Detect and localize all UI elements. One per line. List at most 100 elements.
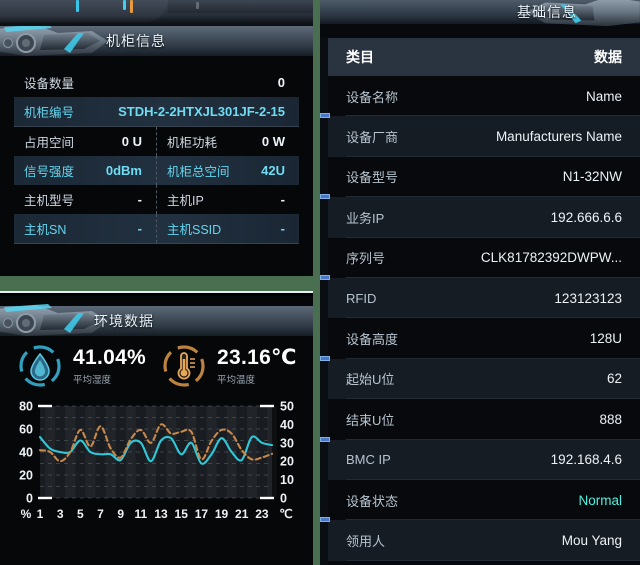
table-row[interactable]: 联系电话12343223442 [328,561,640,565]
row-value: - [137,221,142,236]
row-value: 0 U [121,134,142,149]
humidity-stat[interactable]: 41.04% 平均湿度 [16,342,146,390]
row-key: 主机型号 [24,194,75,208]
row-key: 主机SSID [167,223,222,237]
row-key: 领用人 [346,533,386,549]
row-marker-icon [320,274,330,280]
table-row[interactable]: 设备型号 N1-32NW [328,157,640,198]
row-key: 设备厂商 [346,130,399,146]
svg-text:21: 21 [235,507,249,521]
table-row[interactable]: 设备名称 Name [328,76,640,117]
temperature-label: 平均温度 [217,374,256,386]
column-header-category: 类目 [346,49,374,65]
svg-text:20: 20 [280,455,294,469]
row-marker-icon [320,355,330,361]
table-row[interactable]: 设备数量 0 [14,68,299,97]
svg-text:30: 30 [280,436,294,450]
svg-text:15: 15 [175,507,189,521]
row-key: 占用空间 [24,136,75,150]
svg-text:0: 0 [280,492,287,506]
row-key: RFID [346,290,377,306]
cabinet-info-panel: 机柜信息 设备数量 0 机柜编号 STDH-2-2HTXJL301JF-2-15 [0,26,313,276]
svg-text:19: 19 [215,507,229,521]
humidity-ring [16,342,64,390]
table-row[interactable]: 设备状态 Normal [328,480,640,521]
spark-orange-icon [130,0,133,13]
cabinet-info-table: 设备数量 0 机柜编号 STDH-2-2HTXJL301JF-2-15 占用空间 [14,68,299,244]
basic-info-title: 基础信息 [517,4,577,20]
table-row[interactable]: 主机SN - 主机SSID - [14,214,299,243]
table-row[interactable]: 机柜编号 STDH-2-2HTXJL301JF-2-15 [14,97,299,126]
row-key: 主机SN [24,223,67,237]
row-value: 192.168.4.6 [550,452,622,468]
basic-info-titlebar: 基础信息 [320,0,640,27]
divider [14,243,299,244]
basic-info-rows: 设备名称 Name 设备厂商 Manufacturers Name 设备型号 N1-32N… [320,76,640,565]
row-value: 0dBm [105,163,142,178]
table-row[interactable]: 起始U位 62 [320,355,640,400]
row-key: 业务IP [346,210,385,226]
row-marker-icon [320,113,330,119]
humidity-label: 平均湿度 [73,374,112,386]
table-row[interactable]: 领用人 Mou Yang [320,517,640,561]
row-key: 设备型号 [346,170,399,186]
spark-dim-icon [196,2,199,9]
cabinet-info-titlebar: 机柜信息 [0,26,313,56]
temperature-value: 23.16℃ [217,345,297,369]
environment-chart: 80 60 40 20 0 50 40 30 20 10 0 1 3 5 7 9 11 13 15 17 19 21 23%… [0,400,313,530]
row-key: 机柜总空间 [167,165,230,179]
row-value: 128U [589,331,622,347]
environment-titlebar: 环境数据 [0,304,313,336]
row-value: 42U [261,163,285,178]
row-key: BMC IP [346,452,391,468]
svg-text:℃: ℃ [279,507,292,521]
svg-text:3: 3 [57,507,64,521]
svg-text:80: 80 [19,400,33,414]
svg-text:23: 23 [255,507,269,521]
water-drop-icon [30,352,50,381]
svg-text:11: 11 [135,507,148,521]
environment-chart-svg: 806040200504030201001 3 5 7 9 11 13 15 17 19 21 23%… [19,400,294,522]
row-key: 序列号 [346,251,386,267]
svg-text:%: % [21,507,32,521]
row-key: 设备高度 [346,332,399,348]
basic-info-panel: 基础信息 类目 数据 设备名称 Name 设备厂商 Manufacturers Nam… [320,0,640,565]
thermometer-icon [177,352,195,380]
row-value: - [280,221,285,236]
row-key: 结束U位 [346,412,395,428]
svg-text:5: 5 [77,507,84,521]
row-key: 机柜编号 [24,106,75,120]
environment-panel: 环境数据 41.04% 平均湿度 23.16℃ 平均温度 80 60 40 20… [0,296,313,565]
temperature-stat[interactable]: 23.16℃ 平均温度 [160,342,297,390]
row-value: Name [585,88,622,104]
row-value: N1-32NW [562,169,622,185]
table-row[interactable]: BMC IP 192.168.4.6 [320,436,640,480]
green-divider-vertical [313,0,320,565]
row-key: 信号强度 [24,165,75,179]
table-row[interactable]: 设备高度 128U [328,318,640,359]
environment-title: 环境数据 [94,313,154,329]
row-key: 设备数量 [24,77,75,91]
left-column: 机柜信息 设备数量 0 机柜编号 STDH-2-2HTXJL301JF-2-15 [0,0,313,565]
svg-text:0: 0 [26,492,33,506]
svg-text:20: 20 [19,469,33,483]
svg-text:40: 40 [19,446,33,460]
spark-cyan-icon [76,0,79,12]
table-row[interactable]: 业务IP 192.666.6.6 [320,194,640,238]
table-row[interactable]: 占用空间 0 U 机柜功耗 0 W [14,127,299,156]
row-key: 设备状态 [346,493,399,509]
svg-text:60: 60 [19,423,33,437]
table-row[interactable]: 序列号 CLK81782392DWPW... [328,238,640,278]
svg-text:9: 9 [117,507,124,521]
row-key: 主机IP [167,194,204,208]
row-value: - [280,192,285,207]
row-marker-icon [320,436,330,442]
table-header-row: 类目 数据 [328,38,640,76]
table-row[interactable]: 主机型号 - 主机IP - [14,185,299,214]
table-row[interactable]: 信号强度 0dBm 机柜总空间 42U [14,156,299,185]
table-row[interactable]: RFID 123123123 [320,274,640,319]
table-row[interactable]: 设备厂商 Manufacturers Name [320,113,640,157]
status-badge: Normal [578,492,622,508]
row-value: 192.666.6.6 [550,209,622,225]
table-row[interactable]: 结束U位 888 [328,399,640,440]
